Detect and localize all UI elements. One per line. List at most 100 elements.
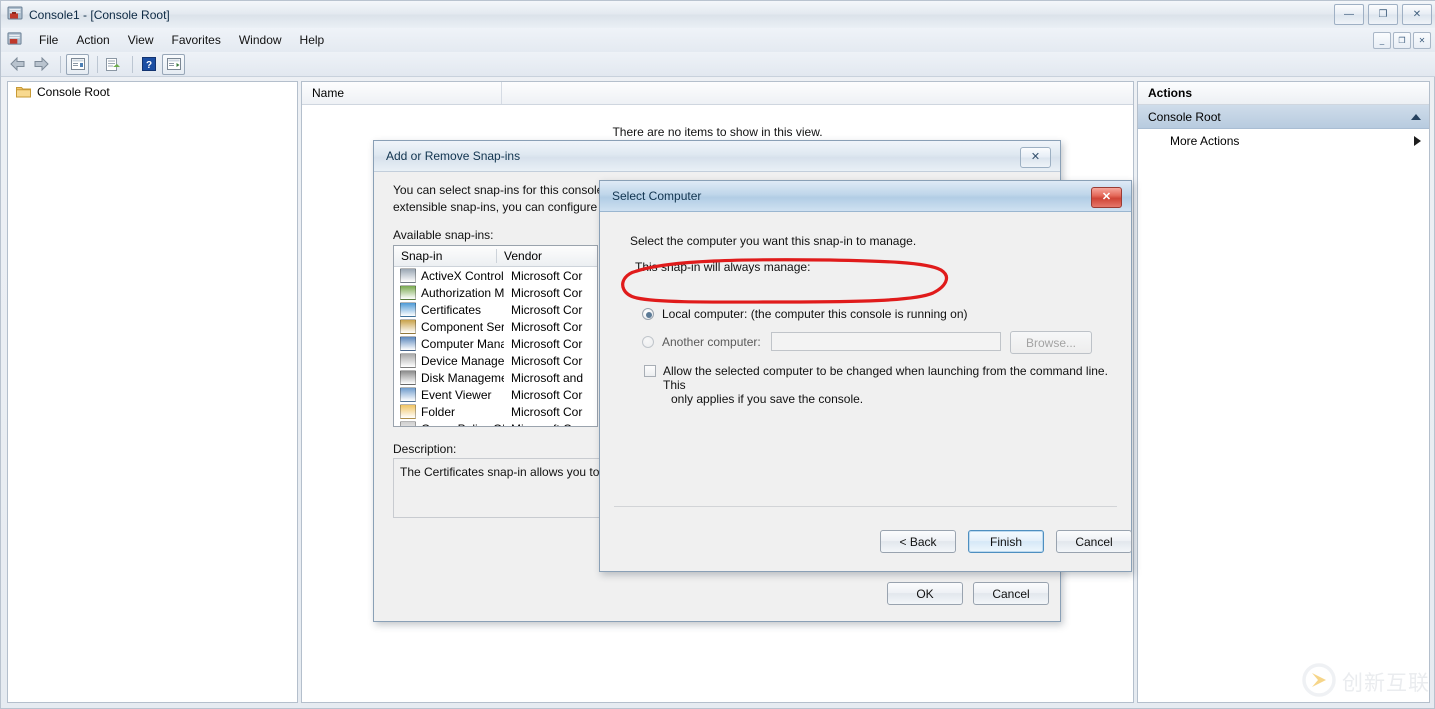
select-computer-cancel-button[interactable]: Cancel xyxy=(1056,530,1132,553)
select-computer-close-button[interactable]: ✕ xyxy=(1091,187,1122,208)
table-row[interactable]: Disk Management Microsoft and xyxy=(394,369,597,386)
available-snapins-listbox[interactable]: Snap-in Vendor ActiveX Control Microsoft … xyxy=(393,245,598,427)
manage-group-label: This snap-in will always manage: xyxy=(635,260,811,274)
toolbar-separator-2 xyxy=(97,55,98,73)
mdi-close-button[interactable]: ✕ xyxy=(1413,32,1431,49)
window-controls: — ❐ ✕ xyxy=(1334,4,1432,25)
tree-item-console-root[interactable]: Console Root xyxy=(8,82,297,101)
main-toolbar: ? xyxy=(1,52,1435,77)
forward-arrow-icon[interactable] xyxy=(31,55,52,74)
snapin-vendor: Microsoft Cor xyxy=(511,268,583,283)
description-text: The Certificates snap-in allows you to b… xyxy=(400,465,599,479)
window-title-bar: Console1 - [Console Root] — ❐ ✕ xyxy=(1,1,1435,29)
button-separator xyxy=(614,506,1117,507)
snapin-vendor: Microsoft Cor xyxy=(511,353,583,368)
mdi-controls: _ ❐ ✕ xyxy=(1373,32,1431,49)
menu-action[interactable]: Action xyxy=(67,30,118,50)
snapin-icon xyxy=(400,370,416,385)
menu-help[interactable]: Help xyxy=(291,30,334,50)
actions-group-label: Console Root xyxy=(1148,109,1221,124)
wizard-buttons: < Back Finish Cancel xyxy=(880,530,1132,553)
watermark-logo-icon xyxy=(1302,663,1336,700)
table-row[interactable]: Event Viewer Microsoft Cor xyxy=(394,386,597,403)
allow-change-line-1: Allow the selected computer to be change… xyxy=(663,364,1108,392)
snapin-vendor: Microsoft Cor xyxy=(511,387,583,402)
local-computer-radio[interactable] xyxy=(642,308,654,320)
watermark: 创新互联 xyxy=(1302,663,1430,700)
allow-change-checkbox[interactable] xyxy=(644,365,656,377)
snapin-name: Group Policy Object ... xyxy=(421,422,504,427)
allow-change-option[interactable]: Allow the selected computer to be change… xyxy=(644,364,1131,406)
snapin-name: Computer Managem... xyxy=(421,336,504,351)
show-console-tree-icon[interactable] xyxy=(66,53,89,75)
mdi-restore-button[interactable]: ❐ xyxy=(1393,32,1411,49)
snapin-name: Event Viewer xyxy=(421,387,492,402)
snapin-icon xyxy=(400,285,416,300)
back-button[interactable]: < Back xyxy=(880,530,956,553)
menu-bar: File Action View Favorites Window Help _… xyxy=(1,28,1435,53)
help-icon[interactable]: ? xyxy=(138,55,159,74)
column-name[interactable]: Name xyxy=(302,82,502,104)
snapins-dialog-title: Add or Remove Snap-ins xyxy=(386,149,521,163)
snapin-name: Authorization Manager xyxy=(421,285,504,300)
local-computer-option[interactable]: Local computer: (the computer this conso… xyxy=(642,307,968,321)
table-row[interactable]: Device Manager Microsoft Cor xyxy=(394,352,597,369)
finish-button[interactable]: Finish xyxy=(968,530,1044,553)
close-button[interactable]: ✕ xyxy=(1402,4,1432,25)
toolbar-separator-3 xyxy=(132,55,133,73)
snapin-icon xyxy=(400,319,416,334)
table-row[interactable]: Group Policy Object ...Microsoft Cor xyxy=(394,420,597,427)
back-arrow-icon[interactable] xyxy=(7,55,28,74)
actions-pane: Actions Console Root More Actions xyxy=(1137,81,1430,703)
snapin-name: Disk Management xyxy=(421,370,504,385)
show-action-pane-icon[interactable] xyxy=(162,53,185,75)
menu-file[interactable]: File xyxy=(30,30,67,50)
toolbar-separator xyxy=(60,55,61,73)
table-row[interactable]: Certificates Microsoft Cor xyxy=(394,301,597,318)
snapin-name: Folder xyxy=(421,404,456,419)
actions-group-console-root[interactable]: Console Root xyxy=(1138,105,1429,129)
select-computer-dialog: Select Computer ✕ Select the computer yo… xyxy=(599,180,1132,572)
snapin-name: Device Manager xyxy=(421,353,504,368)
action-more-actions[interactable]: More Actions xyxy=(1138,129,1429,153)
snapin-icon xyxy=(400,387,416,402)
maximize-button[interactable]: ❐ xyxy=(1368,4,1398,25)
snapin-icon xyxy=(400,302,416,317)
select-computer-title-bar: Select Computer ✕ xyxy=(600,181,1131,212)
tree-item-label: Console Root xyxy=(37,84,110,99)
table-row[interactable]: Computer Managem... Microsoft Cor xyxy=(394,335,597,352)
column-snapin[interactable]: Snap-in xyxy=(394,249,497,263)
select-computer-body: Select the computer you want this snap-i… xyxy=(600,212,1132,571)
snapin-vendor: Microsoft Cor xyxy=(504,422,582,427)
menu-view[interactable]: View xyxy=(119,30,163,50)
snapin-icon xyxy=(400,336,416,351)
mdi-minimize-button[interactable]: _ xyxy=(1373,32,1391,49)
mmc-window: Console1 - [Console Root] — ❐ ✕ File Act… xyxy=(0,0,1435,709)
list-column-header: Name xyxy=(302,82,1133,105)
snapins-close-button[interactable]: ✕ xyxy=(1020,147,1051,168)
snapins-dialog-buttons: OK Cancel xyxy=(887,582,1049,605)
select-computer-title: Select Computer xyxy=(612,189,702,203)
another-computer-input[interactable] xyxy=(771,332,1001,351)
chevron-right-icon[interactable] xyxy=(1414,136,1421,146)
table-row[interactable]: Component Services Microsoft Cor xyxy=(394,318,597,335)
another-computer-option[interactable]: Another computer: xyxy=(642,335,761,349)
export-list-icon[interactable] xyxy=(103,55,124,74)
snapin-name: Component Services xyxy=(421,319,504,334)
menu-window[interactable]: Window xyxy=(230,30,291,50)
table-row[interactable]: ActiveX Control Microsoft Cor xyxy=(394,267,597,284)
browse-button[interactable]: Browse... xyxy=(1010,331,1092,354)
mmc-console-icon xyxy=(7,5,23,24)
snapin-icon xyxy=(400,353,416,368)
chevron-up-icon[interactable] xyxy=(1411,113,1421,120)
minimize-button[interactable]: — xyxy=(1334,4,1364,25)
menu-favorites[interactable]: Favorites xyxy=(163,30,230,50)
table-row[interactable]: Authorization Manager Microsoft Cor xyxy=(394,284,597,301)
snapin-icon xyxy=(400,421,416,426)
column-vendor[interactable]: Vendor xyxy=(497,249,597,263)
snapins-cancel-button[interactable]: Cancel xyxy=(973,582,1049,605)
table-row[interactable]: Folder Microsoft Cor xyxy=(394,403,597,420)
select-computer-prompt: Select the computer you want this snap-i… xyxy=(630,234,917,248)
ok-button[interactable]: OK xyxy=(887,582,963,605)
another-computer-radio[interactable] xyxy=(642,336,654,348)
